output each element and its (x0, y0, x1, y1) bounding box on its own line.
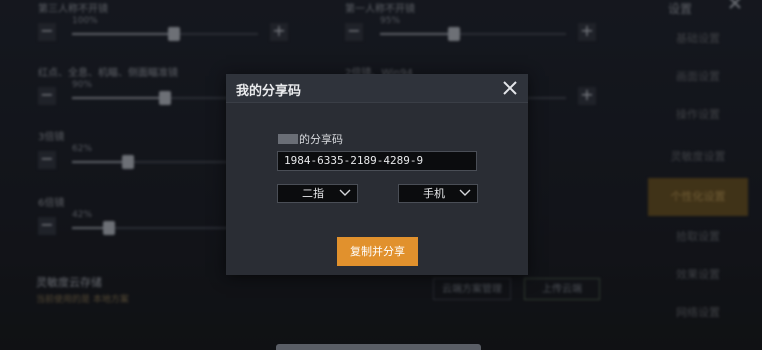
share-code-dialog: 我的分享码 的分享码 1984-6335-2189-4289-9 二指 手机 复… (226, 74, 528, 275)
dialog-header: 我的分享码 (226, 74, 528, 103)
device-select[interactable]: 手机 (398, 184, 478, 203)
finger-mode-value: 二指 (302, 187, 324, 200)
bottom-handle (276, 344, 481, 350)
redacted-player-name (278, 134, 298, 144)
dialog-title: 我的分享码 (236, 84, 302, 99)
chevron-down-icon (459, 189, 471, 196)
share-code-field[interactable]: 1984-6335-2189-4289-9 (277, 151, 477, 171)
finger-mode-select[interactable]: 二指 (277, 184, 358, 203)
share-code-label-text: 的分享码 (299, 133, 343, 146)
chevron-down-icon (339, 189, 351, 196)
copy-and-share-button[interactable]: 复制并分享 (337, 237, 418, 266)
close-icon[interactable] (498, 76, 522, 100)
device-value: 手机 (423, 187, 445, 200)
share-code-label: 的分享码 (278, 131, 343, 147)
screen: 第三人称不开镜−100%+红点、全息、机瞄、侧面瞄准镜−90%+3倍镜−62%+… (0, 0, 762, 350)
